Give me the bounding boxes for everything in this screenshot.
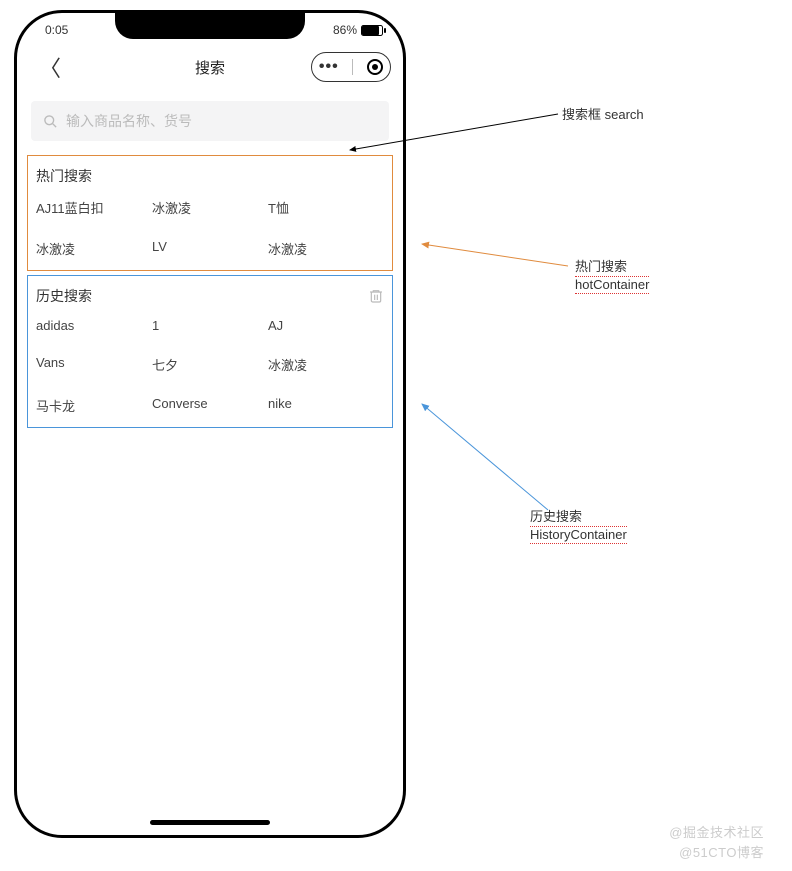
trash-icon[interactable] [368, 288, 384, 304]
back-button[interactable]: 〈 [31, 47, 69, 87]
hot-container: 热门搜索 AJ11蓝白扣 冰激凌 T恤 冰激凌 LV 冰激凌 [27, 155, 393, 271]
history-title: 历史搜索 [36, 286, 92, 306]
history-tag[interactable]: AJ [268, 318, 384, 333]
history-container: 历史搜索 adidas 1 AJ Vans 七夕 冰激凌 马卡龙 Convers… [27, 275, 393, 428]
history-tag[interactable]: 七夕 [152, 355, 268, 374]
arrow-hot [408, 236, 578, 276]
history-tag-grid: adidas 1 AJ Vans 七夕 冰激凌 马卡龙 Converse nik… [34, 316, 386, 417]
history-tag[interactable]: 1 [152, 318, 268, 333]
history-tag[interactable]: Converse [152, 396, 268, 415]
hot-title: 热门搜索 [36, 166, 92, 186]
nav-bar: 〈 搜索 ••• [17, 37, 403, 97]
hot-tag[interactable]: 冰激凌 [36, 239, 152, 258]
arrow-search [340, 110, 570, 160]
hot-tag[interactable]: T恤 [268, 198, 384, 217]
search-input[interactable] [66, 113, 377, 129]
watermark-51cto: @51CTO博客 [679, 842, 764, 861]
status-time: 0:05 [45, 23, 68, 37]
phone-notch [115, 11, 305, 39]
watermark-juejin: @掘金技术社区 [669, 822, 764, 841]
annotation-history-label: 历史搜索 HistoryContainer [530, 506, 627, 544]
wechat-capsule[interactable]: ••• [311, 52, 391, 82]
close-target-icon[interactable] [367, 59, 383, 75]
battery-icon [361, 25, 383, 36]
capsule-divider [352, 59, 353, 75]
arrow-history [408, 390, 578, 520]
history-tag[interactable]: nike [268, 396, 384, 415]
home-indicator [150, 820, 270, 825]
page-title: 搜索 [195, 57, 225, 78]
battery-indicator: 86% [333, 23, 383, 37]
history-tag[interactable]: 马卡龙 [36, 396, 152, 415]
history-tag[interactable]: adidas [36, 318, 152, 333]
hot-tag[interactable]: AJ11蓝白扣 [36, 198, 152, 217]
menu-dots-icon[interactable]: ••• [319, 59, 339, 75]
battery-fill [362, 26, 379, 35]
hot-tag-grid: AJ11蓝白扣 冰激凌 T恤 冰激凌 LV 冰激凌 [34, 196, 386, 260]
history-tag[interactable]: 冰激凌 [268, 355, 384, 374]
hot-tag[interactable]: 冰激凌 [152, 198, 268, 217]
history-tag[interactable]: Vans [36, 355, 152, 374]
search-box[interactable] [31, 101, 389, 141]
annotation-search-label: 搜索框 search [562, 104, 644, 123]
hot-tag[interactable]: 冰激凌 [268, 239, 384, 258]
hot-tag[interactable]: LV [152, 239, 268, 258]
annotation-hot-label: 热门搜索 hotContainer [575, 256, 649, 294]
battery-percent: 86% [333, 23, 357, 37]
search-icon [43, 114, 58, 129]
